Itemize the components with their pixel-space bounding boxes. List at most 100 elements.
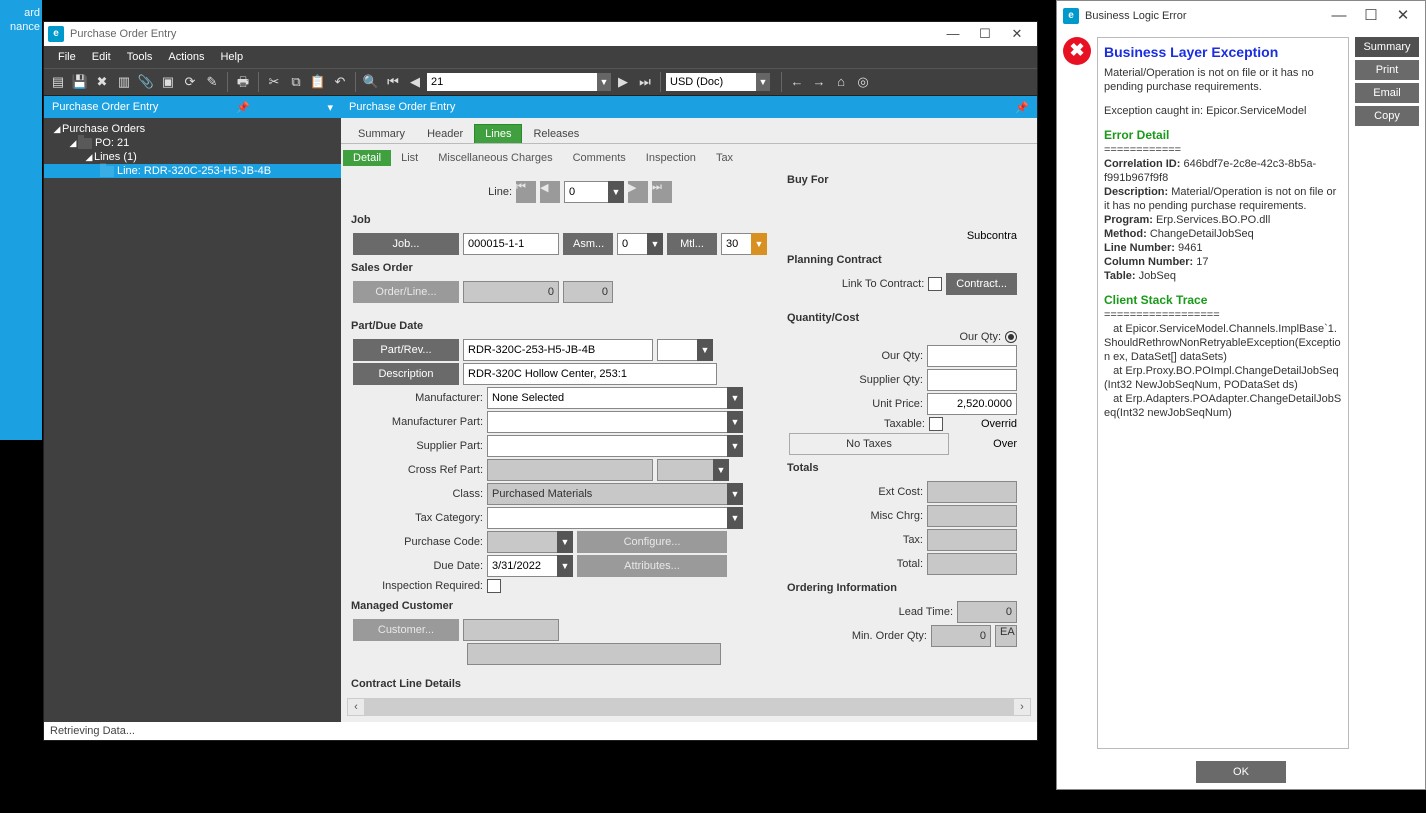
mtl-input[interactable] xyxy=(721,233,751,255)
menu-actions[interactable]: Actions xyxy=(160,49,212,65)
ourqty-radio[interactable] xyxy=(1005,331,1017,343)
nav-last-icon[interactable]: ⏭ xyxy=(635,72,655,92)
tab-releases[interactable]: Releases xyxy=(522,124,590,143)
close-button[interactable]: ✕ xyxy=(1001,24,1033,44)
due-input[interactable] xyxy=(487,555,557,577)
job-button[interactable]: Job... xyxy=(353,233,459,255)
refresh-icon[interactable]: ⟳ xyxy=(180,72,200,92)
tab-summary[interactable]: Summary xyxy=(347,124,416,143)
chevron-down-icon[interactable]: ▼ xyxy=(697,339,713,361)
email-button[interactable]: Email xyxy=(1355,83,1419,103)
line-first-button[interactable]: ⏮ xyxy=(516,181,536,203)
tree-root[interactable]: ◢Purchase Orders xyxy=(44,122,341,136)
minimize-button[interactable]: ― xyxy=(937,24,969,44)
pin-icon[interactable]: 📌 xyxy=(236,101,250,114)
new-icon[interactable]: ▤ xyxy=(48,72,68,92)
tab-inspection[interactable]: Inspection xyxy=(636,150,706,166)
target-icon[interactable]: ◎ xyxy=(853,72,873,92)
ok-button[interactable]: OK xyxy=(1196,761,1286,783)
inspection-checkbox[interactable] xyxy=(487,579,501,593)
mtl-button[interactable]: Mtl... xyxy=(667,233,717,255)
home-icon[interactable]: ⌂ xyxy=(831,72,851,92)
print-button[interactable]: Print xyxy=(1355,60,1419,80)
nav-next-icon[interactable]: ▶ xyxy=(613,72,633,92)
supqty-input[interactable] xyxy=(927,369,1017,391)
contract-button[interactable]: Contract... xyxy=(946,273,1017,295)
taxcat-input[interactable] xyxy=(487,507,727,529)
summary-button[interactable]: Summary xyxy=(1355,37,1419,57)
tab-detail[interactable]: Detail xyxy=(343,150,391,166)
price-input[interactable] xyxy=(927,393,1017,415)
asm-input[interactable] xyxy=(617,233,647,255)
back-icon[interactable]: ← xyxy=(787,72,807,92)
chevron-down-icon[interactable]: ▼ xyxy=(727,507,743,529)
line-input[interactable] xyxy=(564,181,608,203)
find-icon[interactable]: 🔍 xyxy=(361,72,381,92)
menu-file[interactable]: File xyxy=(50,49,84,65)
currency-field[interactable]: ▼ xyxy=(666,73,776,91)
clear-icon[interactable]: ✎ xyxy=(202,72,222,92)
scroll-left-icon[interactable]: ‹ xyxy=(348,699,364,715)
suppart-input[interactable] xyxy=(487,435,727,457)
tab-lines[interactable]: Lines xyxy=(474,124,522,143)
save-icon[interactable]: 💾 xyxy=(70,72,90,92)
menu-tools[interactable]: Tools xyxy=(119,49,161,65)
chevron-down-icon[interactable]: ▼ xyxy=(608,181,624,203)
record-number-input[interactable] xyxy=(427,73,597,91)
scroll-thumb[interactable] xyxy=(364,699,1014,715)
chevron-down-icon[interactable]: ▼ xyxy=(727,483,743,505)
tab-list[interactable]: List xyxy=(391,150,428,166)
dropdown-icon[interactable]: ▾ xyxy=(327,101,333,114)
chevron-down-icon[interactable]: ▼ xyxy=(647,233,663,255)
partrev-button[interactable]: Part/Rev... xyxy=(353,339,459,361)
copy-button[interactable]: Copy xyxy=(1355,106,1419,126)
maximize-button[interactable]: ☐ xyxy=(969,24,1001,44)
nav-first-icon[interactable]: ⏮ xyxy=(383,72,403,92)
nav-prev-icon[interactable]: ◀ xyxy=(405,72,425,92)
description-input[interactable] xyxy=(463,363,717,385)
no-taxes-button[interactable]: No Taxes xyxy=(789,433,949,455)
record-drop-icon[interactable]: ▼ xyxy=(597,73,611,91)
minimize-button[interactable]: ― xyxy=(1323,4,1355,28)
currency-input[interactable] xyxy=(666,73,756,91)
currency-drop-icon[interactable]: ▼ xyxy=(756,73,770,91)
chevron-down-icon[interactable]: ▼ xyxy=(727,435,743,457)
asm-button[interactable]: Asm... xyxy=(563,233,613,255)
undo-icon[interactable]: ↶ xyxy=(330,72,350,92)
book-icon[interactable]: ▥ xyxy=(114,72,134,92)
mfg-input[interactable] xyxy=(487,387,727,409)
forward-icon[interactable]: → xyxy=(809,72,829,92)
tab-misc-charges[interactable]: Miscellaneous Charges xyxy=(428,150,562,166)
delete-icon[interactable]: ✖ xyxy=(92,72,112,92)
close-button[interactable]: ✕ xyxy=(1387,4,1419,28)
tree-lines[interactable]: ◢Lines (1) xyxy=(44,150,341,164)
taxable-checkbox[interactable] xyxy=(929,417,943,431)
line-prev-button[interactable]: ◀ xyxy=(540,181,560,203)
copy-icon[interactable]: ⧉ xyxy=(286,72,306,92)
mfgpart-input[interactable] xyxy=(487,411,727,433)
link-contract-checkbox[interactable] xyxy=(928,277,942,291)
chevron-down-icon[interactable]: ▼ xyxy=(751,233,767,255)
attach-icon[interactable]: 📎 xyxy=(136,72,156,92)
memo-icon[interactable]: ▣ xyxy=(158,72,178,92)
rev-input[interactable] xyxy=(657,339,697,361)
partrev-input[interactable] xyxy=(463,339,653,361)
tab-header[interactable]: Header xyxy=(416,124,474,143)
calendar-drop-icon[interactable]: ▼ xyxy=(557,555,573,577)
tab-tax[interactable]: Tax xyxy=(706,150,743,166)
horizontal-scrollbar[interactable]: ‹ › xyxy=(347,698,1031,716)
line-last-button[interactable]: ⏭ xyxy=(652,181,672,203)
print-icon[interactable]: 🖶 xyxy=(233,72,253,92)
tree-line-item[interactable]: Line: RDR-320C-253-H5-JB-4B xyxy=(44,164,341,178)
line-next-button[interactable]: ▶ xyxy=(628,181,648,203)
tab-comments[interactable]: Comments xyxy=(563,150,636,166)
job-input[interactable] xyxy=(463,233,559,255)
ourqty-input[interactable] xyxy=(927,345,1017,367)
menu-edit[interactable]: Edit xyxy=(84,49,119,65)
description-button[interactable]: Description xyxy=(353,363,459,385)
cut-icon[interactable]: ✂ xyxy=(264,72,284,92)
tree-po[interactable]: ◢PO: 21 xyxy=(44,136,341,150)
paste-icon[interactable]: 📋 xyxy=(308,72,328,92)
menu-help[interactable]: Help xyxy=(212,49,251,65)
chevron-down-icon[interactable]: ▼ xyxy=(727,411,743,433)
